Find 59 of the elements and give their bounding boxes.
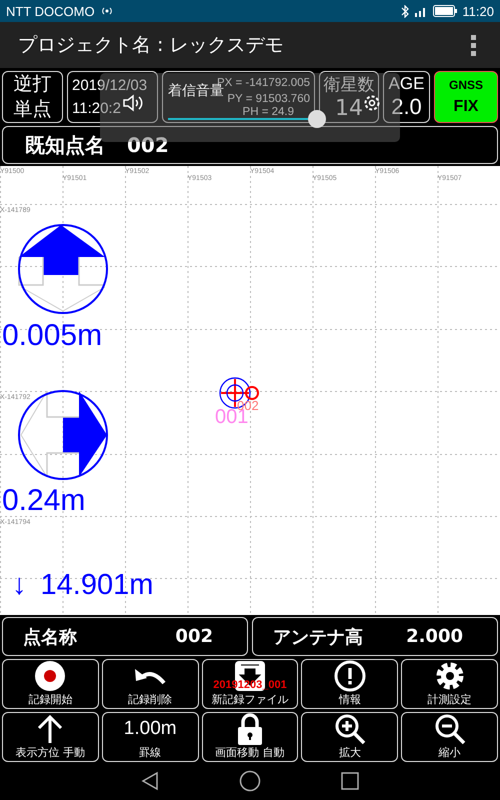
gnss-status: FIX (454, 98, 478, 116)
age-label: AGE (388, 74, 424, 94)
up-arrow-icon (37, 715, 64, 743)
satellites-value: 14 (335, 96, 363, 121)
button-label: 罫線 (139, 745, 162, 760)
antenna-height-value: 2.000 (406, 626, 463, 647)
button-label: 縮小 (438, 745, 461, 760)
toolbar-button[interactable]: 1.00m 罫線 (102, 712, 199, 762)
home-icon[interactable] (239, 770, 261, 792)
height-offset-text: 14.901m (40, 571, 154, 600)
time-text: 11:20:2 (72, 99, 121, 119)
toolbar-button[interactable]: 計測設定 (401, 659, 498, 709)
zoom-in-icon (334, 713, 366, 745)
toolbar-button[interactable]: 表示方位 手動 (2, 712, 99, 762)
lock-icon (236, 713, 263, 745)
toolbar-button[interactable]: 記録削除 (102, 659, 199, 709)
button-label: 画面移動 自動 (215, 745, 285, 760)
bluetooth-icon (401, 4, 410, 18)
grid-spacing-value: 1.00m (124, 718, 177, 740)
toolbar-button[interactable]: 画面移動 自動 (202, 712, 298, 762)
point-name-value: 002 (175, 626, 213, 647)
toolbar-button[interactable]: 情報 (301, 659, 398, 709)
carrier-name: NTT DOCOMO (6, 4, 95, 18)
gnss-label: GNSS (448, 78, 483, 92)
mode-text: 単点 (14, 97, 52, 122)
record-icon (35, 661, 66, 691)
coordinate-text: PY = 91503.760 (227, 92, 310, 106)
app-title: プロジェクト名 : レックスデモ (18, 33, 284, 58)
button-label: 表示方位 手動 (16, 745, 86, 760)
zoom-out-icon (434, 713, 466, 745)
mode-text: 逆打 (14, 72, 52, 97)
button-label: 記録開始 (28, 692, 72, 707)
east-offset-text: 0.24m (2, 486, 86, 516)
date-text: 2019/12/03 (72, 76, 148, 96)
button-label: 拡大 (338, 745, 361, 760)
battery-icon (433, 5, 458, 17)
recents-icon[interactable] (341, 772, 359, 790)
toolbar-button[interactable]: 拡大 (301, 712, 398, 762)
toolbar-button[interactable]: 縮小 (401, 712, 498, 762)
button-label: 新記録ファイル (211, 692, 288, 707)
satellites-label: 衛星数 (324, 74, 374, 96)
point-name-label: 点名称 (23, 626, 77, 648)
known-point-value: 002 (127, 133, 169, 157)
settings-icon (434, 660, 466, 692)
antenna-height-label: アンテナ高 (273, 626, 363, 648)
coordinate-text: PH = 24.9 (242, 104, 294, 120)
down-arrow-icon: ↓ (12, 571, 26, 600)
button-label: 情報 (338, 692, 361, 707)
north-offset-text: 0.005m (2, 321, 102, 351)
toolbar-button[interactable]: 記録開始 (2, 659, 99, 709)
age-value: 2.0 (391, 94, 422, 120)
settings-icon[interactable] (362, 92, 382, 112)
info-icon (334, 660, 366, 692)
back-icon[interactable] (141, 771, 159, 791)
button-label: 計測設定 (428, 692, 472, 707)
button-label: 記録削除 (128, 692, 172, 707)
known-point-label: 既知点名 (25, 132, 105, 158)
clock: 11:20 (462, 4, 494, 18)
hotspot-icon (100, 6, 114, 16)
